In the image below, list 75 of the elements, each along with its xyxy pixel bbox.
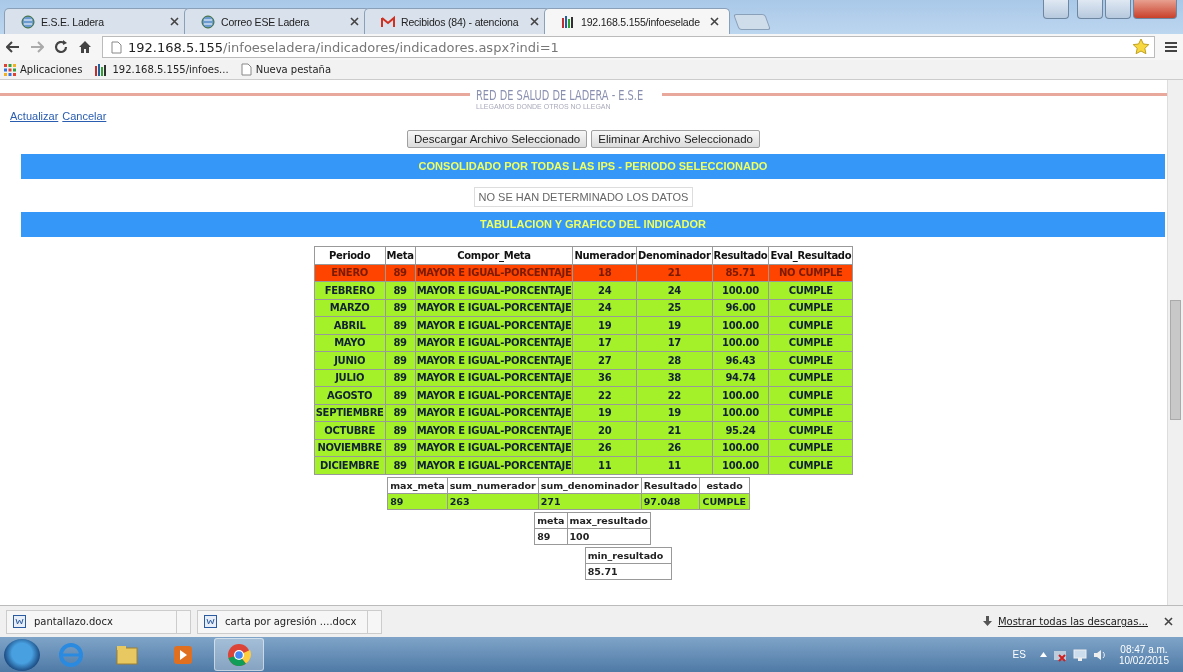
close-icon <box>1164 617 1173 626</box>
document-icon <box>204 615 217 628</box>
page-icon <box>240 63 252 76</box>
section-header: TABULACION Y GRAFICO DEL INDICADOR <box>21 212 1165 237</box>
column-header: min_resultado <box>585 547 672 563</box>
browser-icon <box>58 641 84 668</box>
bars-icon <box>94 62 109 77</box>
close-icon <box>170 17 179 26</box>
close-button[interactable] <box>1133 0 1177 19</box>
column-header: Eval_Resultado <box>768 246 853 264</box>
back-icon <box>6 41 20 53</box>
minimize-button[interactable] <box>1077 0 1103 19</box>
column-header: Periodo <box>314 246 386 264</box>
download-item[interactable]: pantallazo.docx <box>6 609 191 634</box>
restore-button[interactable] <box>1105 0 1131 19</box>
tab-title: E.S.E. Ladera <box>41 15 105 28</box>
tab-title: Correo ESE Ladera <box>221 15 311 28</box>
column-header: estado <box>699 477 750 493</box>
page-icon <box>111 40 122 54</box>
close-icon <box>350 17 359 26</box>
mail-icon <box>381 14 395 29</box>
scrollbar-thumb[interactable] <box>1170 300 1181 420</box>
reload-icon <box>54 40 68 54</box>
file-name: carta por agresión ....docx <box>225 616 358 627</box>
close-icon <box>530 17 539 26</box>
start-button[interactable] <box>4 638 40 671</box>
taskbar-button[interactable] <box>214 638 264 671</box>
bookmark[interactable]: Aplicaciones <box>4 63 83 76</box>
column-header: Resultado <box>641 477 700 493</box>
action-button[interactable]: Descargar Archivo Seleccionado <box>407 130 588 148</box>
clock-time: 08:47 a.m. <box>1120 643 1168 655</box>
column-header: sum_denominador <box>538 477 642 493</box>
download-item[interactable]: carta por agresión ....docx <box>197 609 382 634</box>
document-icon <box>13 615 26 628</box>
link[interactable]: Cancelar <box>62 110 107 122</box>
tab-title: 192.168.5.155/infoeselade <box>581 15 701 28</box>
menu-icon <box>1165 41 1177 53</box>
column-header: Denominador <box>636 246 713 264</box>
message-box: NO SE HAN DETERMINADO LOS DATOS <box>473 187 694 207</box>
speaker-icon <box>1092 647 1107 662</box>
column-header: max_meta <box>387 477 448 493</box>
browser-tab[interactable]: 192.168.5.155/infoeselade <box>544 8 730 34</box>
globe-icon <box>201 14 215 29</box>
column-header: Resultado <box>712 246 769 264</box>
bookmark[interactable]: 192.168.5.155/infoes... <box>94 62 229 77</box>
tab-title: Recibidos (84) - atenciona <box>401 15 520 28</box>
column-header: sum_numerador <box>447 477 539 493</box>
section-header: CONSOLIDADO POR TODAS LAS IPS - PERIODO SELECCIONADO <box>21 154 1165 179</box>
column-header: meta <box>534 512 567 528</box>
new-tab-button[interactable] <box>733 14 771 30</box>
bookmark[interactable]: Nueva pestaña <box>240 63 332 76</box>
globe-icon <box>21 14 35 29</box>
column-header: Numerador <box>572 246 637 264</box>
link[interactable]: Actualizar <box>10 110 59 122</box>
user-button[interactable] <box>1043 0 1069 19</box>
apps-icon <box>4 63 16 76</box>
download-icon <box>982 616 992 627</box>
action-button[interactable]: Eliminar Archivo Seleccionado <box>591 130 760 148</box>
forward-icon <box>30 41 44 53</box>
column-header: Meta <box>385 246 416 264</box>
file-name: pantallazo.docx <box>34 616 114 627</box>
monitor-icon <box>1072 647 1087 662</box>
bars-icon <box>561 14 575 29</box>
star-icon <box>1132 38 1150 56</box>
url-text: 192.168.5.155/infoeseladera/indicadores/indicadores.aspx?indi=1 <box>128 39 559 55</box>
column-header: Compor_Meta <box>415 246 573 264</box>
show-all-downloads-link[interactable]: Mostrar todas las descargas... <box>982 616 1148 627</box>
tray-arrow-icon <box>1039 652 1047 657</box>
close-icon <box>710 17 719 26</box>
chrome-icon <box>226 641 252 668</box>
address-bar[interactable]: 192.168.5.155/infoeseladera/indicadores/indicadores.aspx?indi=1 <box>102 36 1155 58</box>
scrollbar[interactable] <box>1167 80 1183 605</box>
home-icon <box>78 40 92 54</box>
column-header: max_resultado <box>567 512 651 528</box>
clock-date: 10/02/2015 <box>1118 654 1169 666</box>
